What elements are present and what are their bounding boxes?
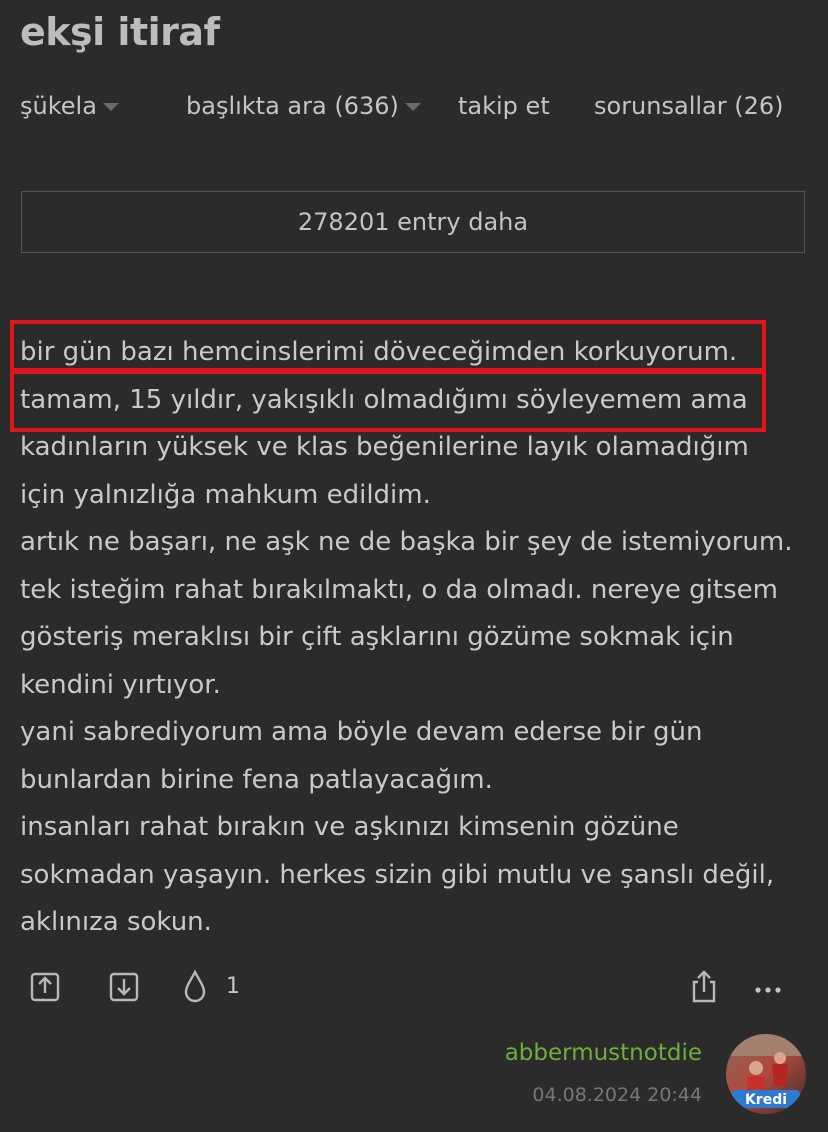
more-entries-button[interactable]: 278201 entry daha	[21, 191, 805, 253]
avatar-image: Kredi	[726, 1034, 806, 1114]
nav-search-in-topic[interactable]: başlıkta ara (636)	[186, 92, 421, 120]
downvote-button[interactable]	[109, 968, 139, 1006]
nav-questions[interactable]: sorunsallar (26)	[594, 92, 784, 120]
highlight-box	[10, 320, 766, 372]
downvote-icon	[109, 972, 139, 1002]
entry-line: aklınıza sokun.	[20, 907, 212, 937]
entry-actions: 1	[0, 968, 828, 1010]
nav-sukela-label: şükela	[20, 92, 97, 120]
page-title[interactable]: ekşi itiraf	[20, 10, 220, 54]
upvote-button[interactable]	[30, 968, 60, 1006]
nav-questions-label: sorunsallar (26)	[594, 92, 784, 120]
entry-date[interactable]: 04.08.2024 20:44	[532, 1084, 702, 1106]
entry-line: gösteriş meraklısı bir çift aşklarını gö…	[20, 622, 734, 652]
topic-nav: şükela başlıkta ara (636) takip et sorun…	[0, 92, 828, 128]
more-dots-icon	[755, 987, 781, 993]
upvote-icon	[30, 972, 60, 1002]
author-link[interactable]: abbermustnotdie	[505, 1040, 702, 1066]
entry-line: tek isteğim rahat bırakılmaktı, o da olm…	[20, 574, 778, 605]
entry-line: için yalnızlığa mahkum edildim.	[20, 479, 431, 510]
more-options-button[interactable]	[754, 976, 782, 1006]
favorite-count[interactable]: 1	[226, 974, 240, 999]
entry-line: artık ne başarı, ne aşk ne de başka bir …	[20, 527, 793, 557]
chevron-down-icon	[404, 103, 421, 111]
drop-icon	[184, 969, 206, 1003]
entry-line: sokmadan yaşayın. herkes sizin gibi mutl…	[20, 859, 775, 890]
share-button[interactable]	[689, 968, 719, 1008]
entry-line: bunlardan birine fena patlayacağım.	[20, 764, 493, 795]
nav-search-label: başlıkta ara (636)	[186, 92, 399, 120]
nav-follow[interactable]: takip et	[458, 92, 550, 120]
nav-follow-label: takip et	[458, 92, 550, 120]
avatar-text: Kredi	[745, 1092, 787, 1108]
avatar[interactable]: Kredi	[726, 1034, 806, 1114]
entry-line: yani sabrediyorum ama böyle devam ederse…	[20, 717, 703, 747]
share-icon	[692, 970, 716, 1003]
entry-line: kendini yırtıyor.	[20, 669, 221, 700]
nav-sukela[interactable]: şükela	[20, 92, 119, 120]
entry-line: insanları rahat bırakın ve aşkınızı kims…	[20, 812, 679, 842]
chevron-down-icon	[102, 103, 119, 111]
highlight-box	[10, 370, 766, 432]
favorite-button[interactable]	[182, 968, 208, 1008]
